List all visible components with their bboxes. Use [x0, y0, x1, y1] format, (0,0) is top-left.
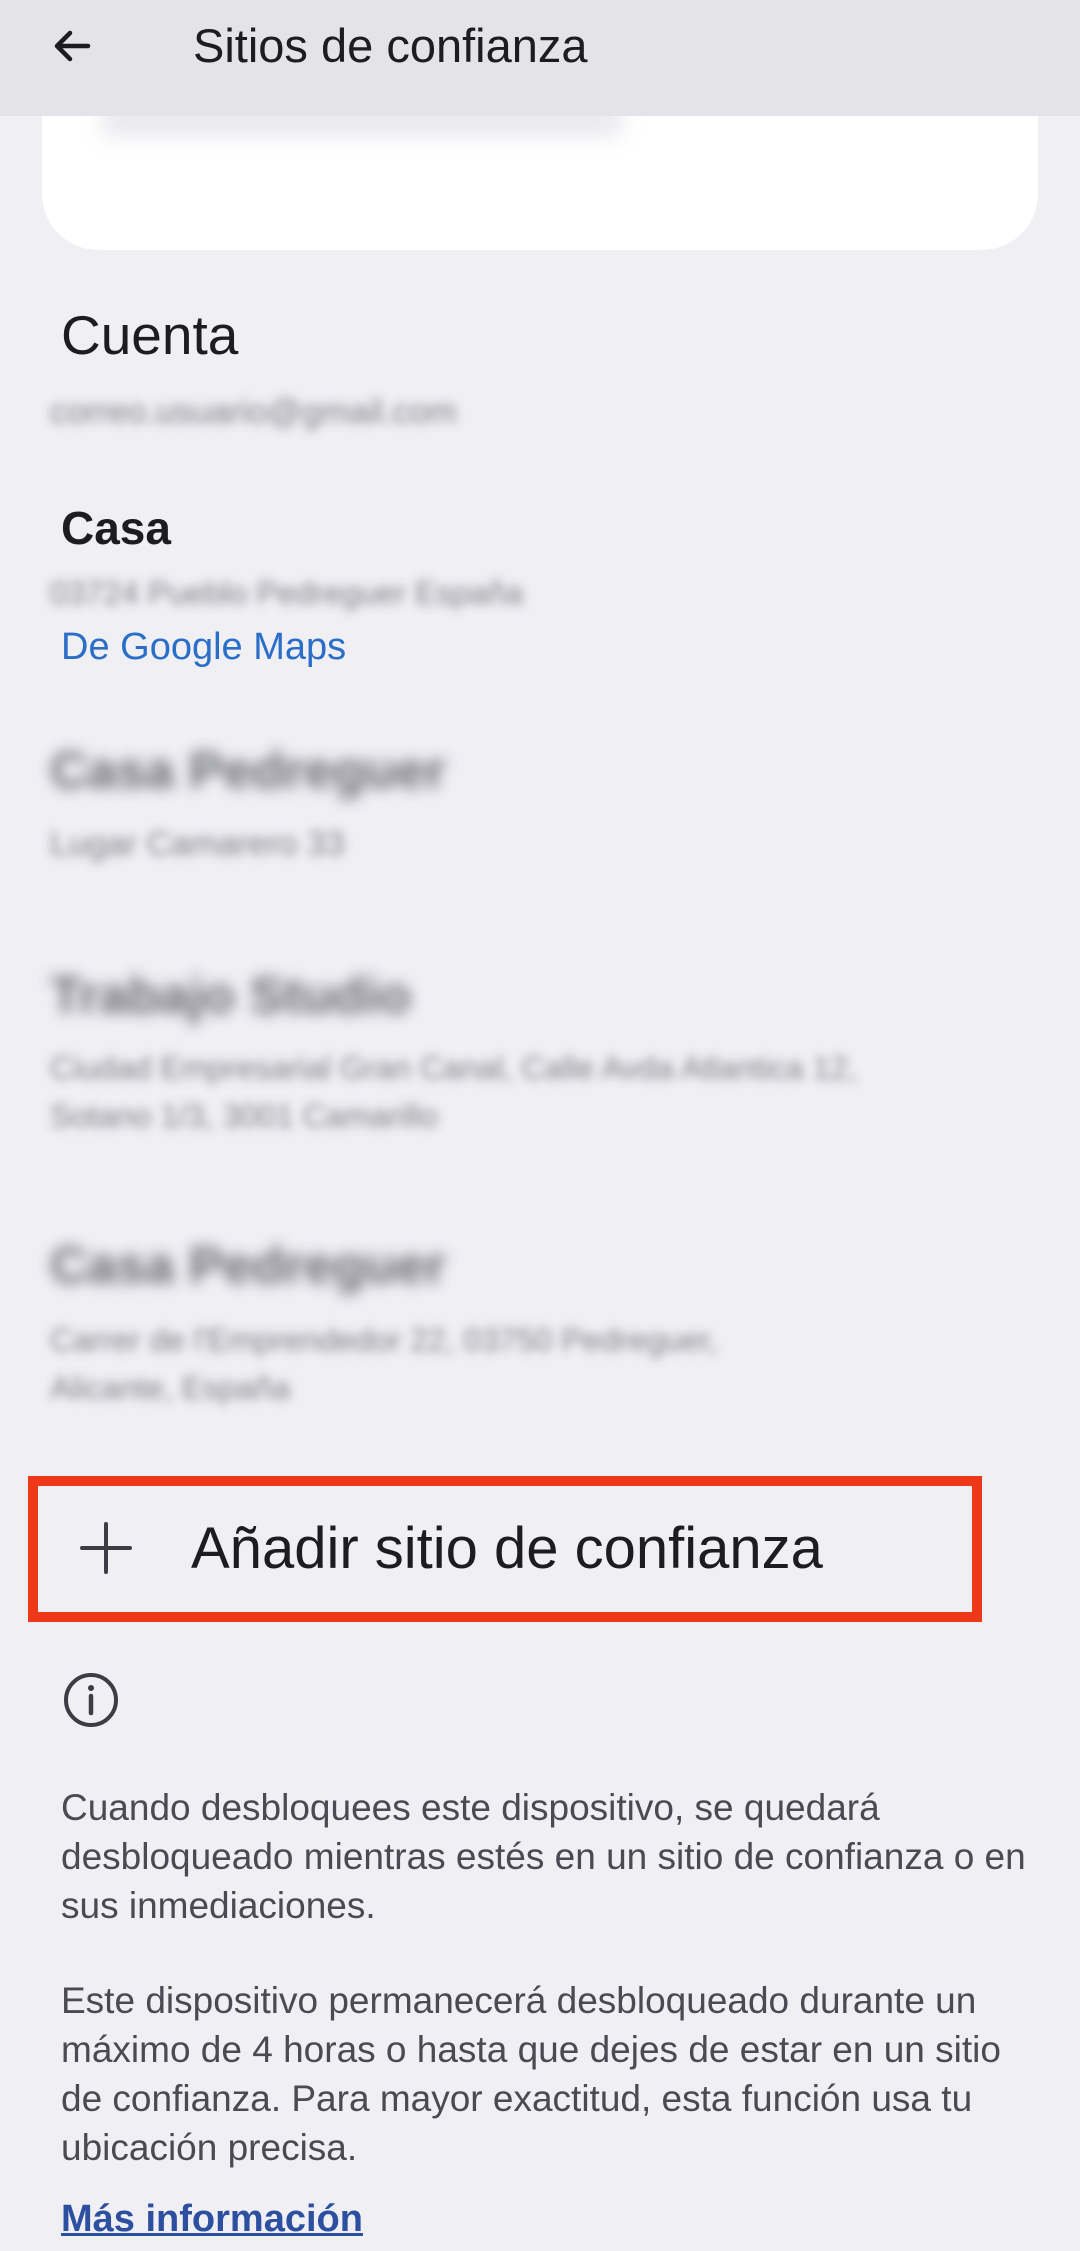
place-address-line: Carrer de l'Emprendedor 22, 03750 Pedreg… [50, 1322, 718, 1358]
info-paragraph: Este dispositivo permanecerá desbloquead… [61, 1980, 1001, 2168]
account-email: correo.usuario@gmail.com [50, 393, 457, 431]
add-trusted-place-label: Añadir sitio de confianza [191, 1516, 823, 1581]
place-name: Casa Pedreguer [50, 742, 446, 800]
account-heading: Cuenta [61, 304, 239, 366]
plus-icon [80, 1522, 132, 1574]
place-address: 03724 Pueblo Pedreguer España [50, 575, 524, 611]
page-title: Sitios de confianza [193, 19, 588, 72]
place-address-line: Alicante, España [50, 1370, 291, 1406]
top-card [42, 116, 1038, 250]
place-address: Lugar Camarero 33 [50, 825, 345, 863]
add-trusted-place-button[interactable]: Añadir sitio de confianza [28, 1476, 982, 1622]
more-info-link[interactable]: Más información [61, 2194, 363, 2244]
place-name: Trabajo Studio [50, 967, 412, 1025]
blurred-content [102, 116, 622, 136]
place-address-line: Ciudad Empresarial Gran Canal, Calle Avd… [50, 1050, 857, 1086]
place-address-line: Sotano 1/3, 3001 Camarillo [50, 1098, 438, 1134]
google-maps-source: De Google Maps [61, 626, 347, 668]
info-paragraph: Cuando desbloquees este dispositivo, se … [61, 1787, 1026, 1926]
info-icon [64, 1673, 118, 1727]
place-name: Casa Pedreguer [50, 1237, 446, 1295]
app-bar: Sitios de confianza [0, 0, 1080, 116]
arrow-back-icon [54, 30, 91, 62]
place-name: Casa [61, 502, 171, 554]
back-button[interactable] [40, 14, 104, 78]
